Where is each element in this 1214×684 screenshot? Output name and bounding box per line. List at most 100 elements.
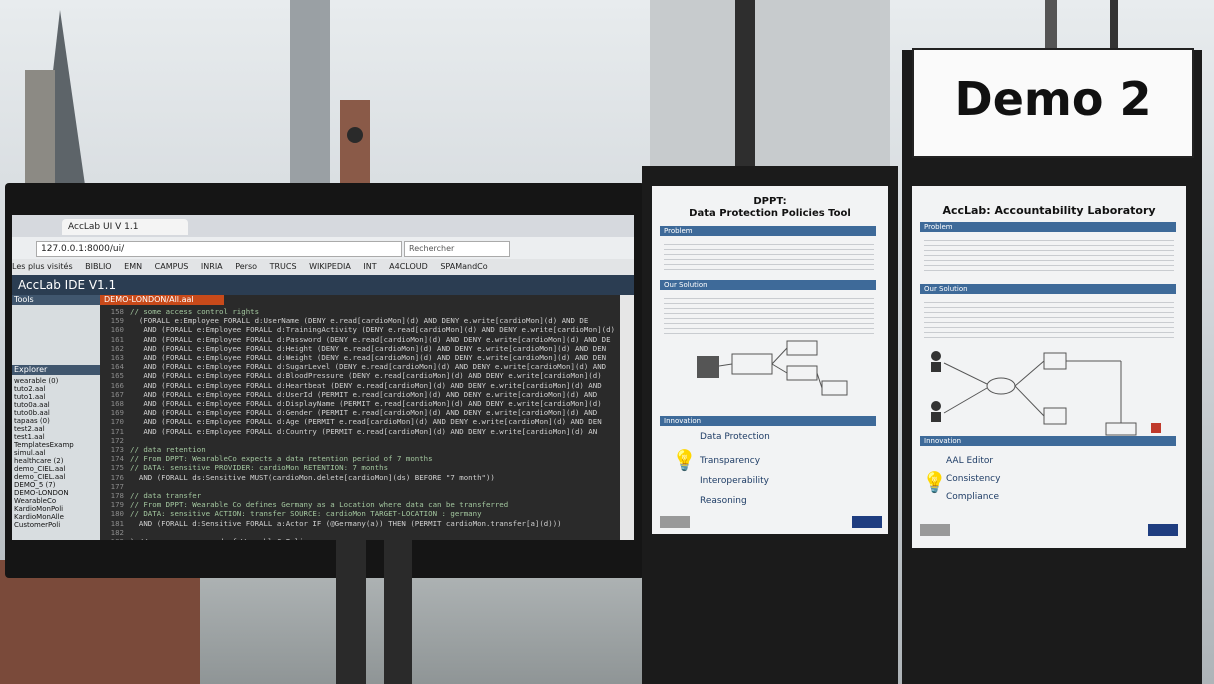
code-text: AND (FORALL d:Sensitive FORALL a:Actor I… [130,518,562,528]
bookmark-item[interactable]: TRUCS [270,262,297,271]
bookmark-item[interactable]: Les plus visités [12,262,73,271]
explorer-item[interactable]: tapaas (0) [14,417,100,425]
code-line: 181 AND (FORALL d:Sensitive FORALL a:Act… [100,519,620,528]
tower [25,70,55,185]
section-header: Our Solution [920,284,1176,294]
bookmark-item[interactable]: Perso [235,262,257,271]
code-line: 163 AND (FORALL e:Employee FORALL d:Weig… [100,353,620,362]
url-field[interactable]: 127.0.0.1:8000/ui/ [36,241,402,257]
diagram [931,351,1161,436]
monitor-stand [384,540,412,684]
tools-header: Tools [12,295,102,305]
innovation-item: Data Protection [700,432,770,442]
browser-tab[interactable]: AccLab UI V 1.1 [62,219,188,235]
bookmark-item[interactable]: A4CLOUD [389,262,428,271]
explorer-item[interactable]: KardioMonPoli [14,505,100,513]
explorer-item[interactable]: DEMO_5 (7) [14,481,100,489]
code-line: 164 AND (FORALL e:Employee FORALL d:Suga… [100,362,620,371]
line-number: 179 [110,500,124,510]
poster-dppt: DPPT: Data Protection Policies Tool Prob… [652,186,888,534]
line-number: 171 [110,426,124,436]
code-line: 178 // data transfer [100,491,620,500]
code-line: 175 // DATA: sensitive PROVIDER: cardioMo… [100,463,620,472]
code-text: AND (FORALL e:Employee FORALL d:Gender (… [130,408,598,418]
line-number: 163 [110,353,124,363]
ide-title: AccLab IDE V1.1 [18,278,117,292]
search-field[interactable]: Rechercher [404,241,510,257]
explorer-item[interactable]: tuto2.aal [14,385,100,393]
line-number: 167 [110,389,124,399]
innovation-item: Compliance [946,492,999,502]
bookmark-item[interactable]: EMN [124,262,142,271]
code-text: // data transfer [130,491,202,501]
bookmark-item[interactable]: SPAMandCo [440,262,487,271]
lightbulb-icon: 💡 [922,470,947,494]
explorer-item[interactable]: WearableCo [14,497,100,505]
code-text: AND (FORALL e:Employee FORALL d:Training… [130,325,615,335]
pipe [735,0,755,170]
section-header: Our Solution [660,280,876,290]
bookmarks-bar: Les plus visités BIBLIO EMN CAMPUS INRIA… [12,259,634,275]
section-header: Innovation [660,416,876,426]
bookmark-item[interactable]: INRIA [201,262,223,271]
explorer-header: Explorer [12,365,102,375]
poster-body-text [664,294,874,334]
monitor-stand [336,540,366,684]
code-editor[interactable]: DEMO-LONDON/All.aal 158 // some access co… [100,295,620,540]
explorer-item[interactable]: tuto0b.aal [14,409,100,417]
monitor-screen: AccLab UI V 1.1 127.0.0.1:8000/ui/ Reche… [12,215,634,540]
explorer-item[interactable]: demo_CIEL.aal [14,473,100,481]
code-line: 166 AND (FORALL e:Employee FORALL d:Hear… [100,381,620,390]
code-text: (FORALL e:Employee FORALL d:UserName (DE… [130,316,589,326]
poster-body-text [664,240,874,274]
poster-body-text [924,298,1174,342]
code-text: AND (FORALL ds:Sensitive MUST(cardioMon.… [130,472,495,482]
section-header: Problem [920,222,1176,232]
right-panel [620,295,634,540]
innovation-item: AAL Editor [946,456,994,466]
explorer-item[interactable]: CustomerPoli [14,521,100,529]
poster-title: Data Protection Policies Tool [689,208,851,219]
explorer-item[interactable]: test2.aal [14,425,100,433]
code-line: 159 (FORALL e:Employee FORALL d:UserName… [100,316,620,325]
explorer-item[interactable]: simul.aal [14,449,100,457]
line-number: 181 [110,518,124,528]
bookmark-item[interactable]: CAMPUS [155,262,189,271]
explorer-item[interactable]: tuto1.aal [14,393,100,401]
code-line: 170 AND (FORALL e:Employee FORALL d:Age … [100,417,620,426]
code-text: // From DPPT: WearableCo expects a data … [130,454,433,464]
code-line: 174 // From DPPT: WearableCo expects a da… [100,454,620,463]
line-number: 164 [110,362,124,372]
code-line: 172 [100,436,620,445]
bookmark-item[interactable]: BIBLIO [85,262,111,271]
clock-icon [347,127,363,143]
browser-toolbar: 127.0.0.1:8000/ui/ Rechercher [12,237,634,260]
explorer-item[interactable]: DEMO-LONDON [14,489,100,497]
explorer-item[interactable]: TemplatesExamp [14,441,100,449]
explorer-item[interactable]: tuto0a.aal [14,401,100,409]
explorer-item[interactable]: healthcare (2) [14,457,100,465]
poster-body-text [924,236,1174,272]
eu-flag-logo [852,516,882,528]
explorer-item[interactable]: demo_CIEL.aal [14,465,100,473]
code-line: 165 AND (FORALL e:Employee FORALL d:Bloo… [100,371,620,380]
line-number: 168 [110,399,124,409]
innovation-item: Transparency [700,456,761,466]
bookmark-item[interactable]: INT [363,262,376,271]
line-number: 166 [110,380,124,390]
editor-tab[interactable]: DEMO-LONDON/All.aal [100,295,224,305]
code-text: AND (FORALL e:Employee FORALL d:DisplayN… [130,399,602,409]
bookmark-item[interactable]: WIKIPEDIA [309,262,351,271]
explorer-item[interactable]: test1.aal [14,433,100,441]
code-line: 176 AND (FORALL ds:Sensitive MUST(cardio… [100,473,620,482]
code-text: AND (FORALL e:Employee FORALL d:Heartbea… [130,380,602,390]
innovation-item: Interoperability [700,476,769,486]
line-number: 170 [110,417,124,427]
line-number: 183 [100,537,124,540]
explorer-item[interactable]: KardioMonAlle [14,513,100,521]
poster-title: AccLab: Accountability Laboratory [942,204,1156,217]
code-text: AND (FORALL e:Employee FORALL d:Country … [130,426,598,436]
code-text: // DATA: sensitive PROVIDER: cardioMon R… [130,463,389,473]
code-area[interactable]: 158// some access control rights 159 (FOR… [100,307,620,540]
explorer-item[interactable]: wearable (0) [14,377,100,385]
